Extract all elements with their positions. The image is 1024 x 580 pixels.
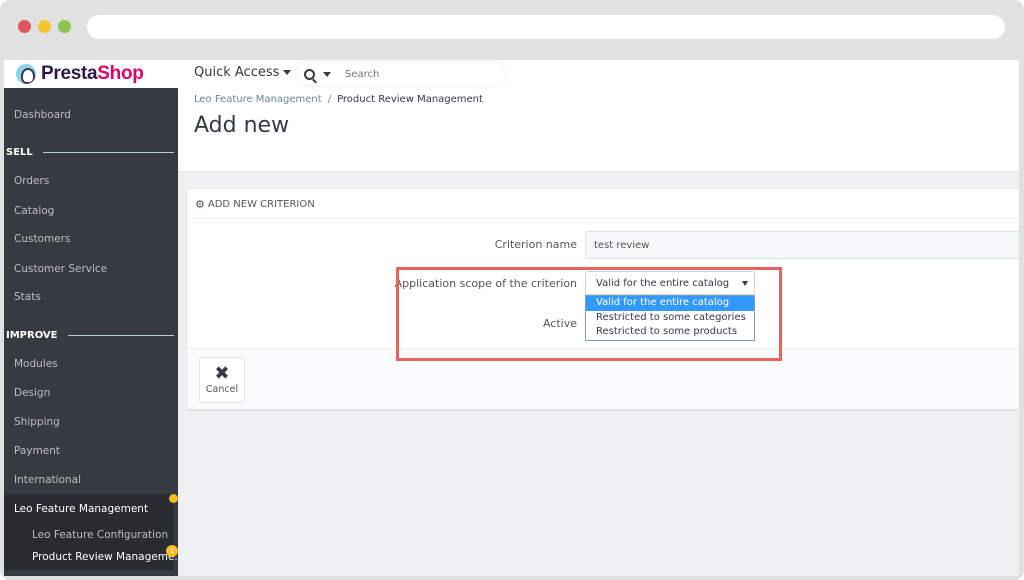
- breadcrumb-link[interactable]: Leo Feature Management: [194, 94, 322, 105]
- sidebar-item-orders[interactable]: Orders: [14, 175, 49, 187]
- section-divider: [67, 335, 174, 336]
- cogs-icon: ⚙: [195, 198, 205, 211]
- search-box: [295, 61, 507, 87]
- top-bar: PrestaShop Quick Access: [4, 60, 1019, 88]
- search-input[interactable]: [345, 68, 495, 80]
- logo-text-shop: Shop: [97, 63, 144, 84]
- prestashop-logo[interactable]: PrestaShop: [16, 63, 144, 85]
- sidebar-item-dashboard[interactable]: Dashboard: [14, 109, 71, 121]
- sidebar-section-sell: SELL: [6, 147, 174, 158]
- scope-label: Application scope of the criterion: [394, 277, 577, 290]
- add-criterion-panel: ⚙ ADD NEW CRITERION Criterion name Appli…: [186, 188, 1024, 410]
- maximize-window-button[interactable]: [58, 20, 71, 33]
- minimize-window-button[interactable]: [38, 20, 51, 33]
- logo-text-presta: Presta: [41, 63, 98, 84]
- section-divider: [42, 152, 174, 153]
- cancel-button[interactable]: ✖ Cancel: [199, 357, 245, 403]
- chevron-down-icon: [283, 70, 292, 75]
- sidebar-section-improve: IMPROVE: [6, 330, 174, 341]
- window-controls: [18, 20, 71, 33]
- close-window-button[interactable]: [18, 20, 31, 33]
- sidebar-subitem-product-review-management[interactable]: Product Review Manageme...: [32, 551, 184, 563]
- scope-dropdown-list: Valid for the entire catalog Restricted …: [585, 295, 755, 341]
- criterion-name-label: Criterion name: [494, 238, 577, 251]
- breadcrumb: Leo Feature Management / Product Review …: [194, 94, 483, 105]
- sidebar: Dashboard SELL Orders Catalog Customers …: [4, 88, 184, 576]
- sidebar-item-international[interactable]: International: [14, 474, 81, 486]
- quick-access-label: Quick Access: [194, 65, 280, 80]
- search-scope-chevron-icon[interactable]: [323, 71, 331, 77]
- close-icon: ✖: [214, 363, 230, 384]
- sidebar-item-payment[interactable]: Payment: [14, 445, 60, 457]
- notification-dot: [169, 494, 178, 503]
- criterion-name-input[interactable]: [585, 231, 1024, 259]
- scope-selected-value: Valid for the entire catalog: [596, 277, 730, 289]
- section-title: SELL: [6, 147, 33, 158]
- scope-option[interactable]: Restricted to some categories: [586, 311, 754, 326]
- puffin-logo-icon: [16, 64, 36, 84]
- sidebar-subitem-leo-feature-configuration[interactable]: Leo Feature Configuration: [32, 529, 168, 541]
- breadcrumb-current: Product Review Management: [337, 94, 483, 105]
- sidebar-item-customer-service[interactable]: Customer Service: [14, 263, 107, 275]
- breadcrumb-separator: /: [327, 94, 332, 105]
- panel-footer: ✖ Cancel: [187, 348, 1024, 409]
- scope-option[interactable]: Restricted to some products: [586, 325, 754, 340]
- panel-divider: [193, 218, 1024, 219]
- cancel-label: Cancel: [205, 384, 239, 395]
- scope-option[interactable]: Valid for the entire catalog: [586, 296, 754, 311]
- browser-window: PrestaShop Quick Access Dashboard SELL O…: [0, 0, 1024, 580]
- scope-select[interactable]: Valid for the entire catalog: [585, 271, 755, 295]
- page-title: Add new: [194, 113, 290, 138]
- quick-access-dropdown[interactable]: Quick Access: [194, 65, 292, 80]
- caret-down-icon: [742, 281, 748, 286]
- sidebar-item-shipping[interactable]: Shipping: [14, 416, 60, 428]
- sidebar-item-leo-feature-management[interactable]: Leo Feature Management: [14, 503, 148, 515]
- sidebar-item-catalog[interactable]: Catalog: [14, 205, 54, 217]
- sidebar-item-customers[interactable]: Customers: [14, 233, 70, 245]
- sidebar-item-design[interactable]: Design: [14, 387, 50, 399]
- active-label: Active: [542, 317, 577, 330]
- search-icon[interactable]: [304, 68, 315, 80]
- panel-heading: ⚙ ADD NEW CRITERION: [195, 198, 315, 211]
- section-title: IMPROVE: [6, 330, 58, 341]
- window-right-edge: [1019, 60, 1024, 580]
- sidebar-item-stats[interactable]: Stats: [14, 291, 41, 303]
- page-header: Leo Feature Management / Product Review …: [178, 88, 1019, 172]
- sidebar-item-modules[interactable]: Modules: [14, 358, 58, 370]
- notification-count-badge: 1: [166, 545, 178, 557]
- panel-heading-text: ADD NEW CRITERION: [207, 199, 315, 210]
- address-bar[interactable]: [87, 15, 1005, 39]
